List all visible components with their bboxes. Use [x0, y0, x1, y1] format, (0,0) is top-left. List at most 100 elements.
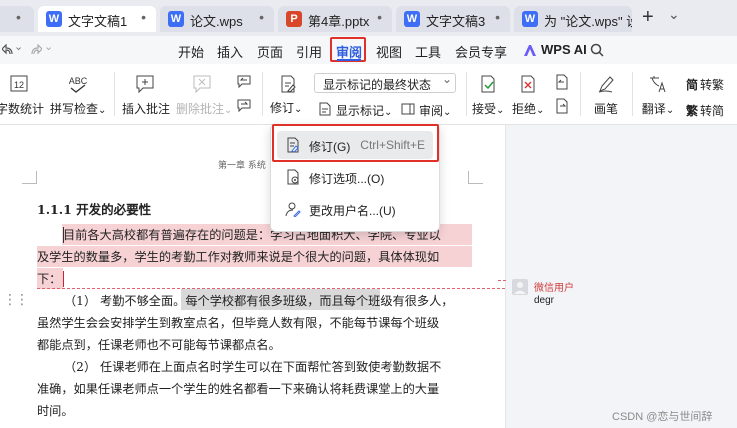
insert-comment-label: 插入批注	[122, 102, 171, 116]
translate-icon	[650, 76, 666, 93]
pen-label: 画笔	[593, 102, 618, 116]
comment-author: 微信用户	[534, 283, 574, 294]
tab-list-chevron-icon[interactable]: ⌄	[668, 6, 680, 23]
wps-ai-icon	[524, 45, 536, 56]
review-pane-chevron-icon: ⌄	[443, 107, 452, 118]
accept-label: 接受⌄	[472, 102, 505, 116]
menu-item-change-username[interactable]: 更改用户名...(U)	[277, 195, 433, 223]
comment-text[interactable]: degr	[534, 295, 554, 306]
tab-modified-dot: •	[16, 9, 21, 25]
leading-tab-fragment[interactable]: •	[0, 6, 34, 32]
tab-label: 为 "论文.wps" 设	[544, 14, 632, 29]
menu-references[interactable]: 引用	[296, 42, 322, 61]
menu-home[interactable]: 开始	[178, 42, 204, 61]
paragraph-line: 都能点到，任课老师也不可能每节课都点名。	[37, 338, 281, 352]
tab-modified-dot: •	[377, 9, 382, 25]
word-count-icon: 12	[10, 75, 28, 92]
next-change-icon[interactable]	[554, 98, 570, 114]
comment-pane: 微信用户 degr CSDN @恋与世间辞	[498, 125, 737, 428]
ribbon-separator	[114, 72, 115, 116]
to-simplified-icon: 繁	[686, 104, 699, 118]
display-mode-select[interactable]: 显示标记的最终状态 ⌄	[314, 72, 456, 93]
menu-insert[interactable]: 插入	[217, 42, 243, 61]
track-changes-chevron-icon: ⌄	[294, 104, 303, 115]
show-markup-icon	[319, 102, 331, 116]
wps-writer-icon: W	[404, 11, 420, 27]
display-mode-value: 显示标记的最终状态	[323, 78, 432, 92]
redo-dropdown-chevron-icon[interactable]: ⌄	[44, 40, 53, 53]
title-tab-bar: • W 文字文稿1 • W 论文.wps • P 第4章.pptx • W 文字…	[0, 0, 737, 36]
tab-label: 文字文稿3	[426, 14, 486, 29]
paragraph-line: 及学生的数量多，学生的考勤工作对教师来说是个很大的问题，具体体现如	[37, 250, 440, 264]
spell-check-label: 拼写检查⌄	[50, 102, 107, 116]
pen-button[interactable]: 画笔	[590, 74, 622, 117]
delete-comment-chevron-icon: ⌄	[224, 105, 233, 116]
menu-member[interactable]: 会员专享	[455, 42, 507, 61]
track-changes-button[interactable]: 修订⌄	[270, 99, 302, 116]
track-changes-icon[interactable]	[278, 74, 298, 94]
menu-bar: ⌄ ⌄ 开始 插入 页面 引用 审阅 视图 工具 会员专享 WPS AI	[0, 36, 737, 64]
menu-tools[interactable]: 工具	[415, 42, 441, 61]
reject-button[interactable]: 拒绝⌄	[512, 74, 544, 117]
new-tab-button[interactable]: +	[642, 6, 654, 29]
spell-check-button[interactable]: ABC 拼写检查⌄	[50, 74, 106, 117]
review-pane-icon	[401, 103, 415, 115]
dropdown-highlight-box	[272, 124, 439, 162]
menu-view[interactable]: 视图	[376, 42, 402, 61]
avatar	[512, 279, 528, 295]
pen-icon	[598, 76, 614, 93]
redo-icon[interactable]	[30, 44, 42, 56]
to-simplified-button[interactable]: 繁转简	[686, 102, 724, 119]
reject-icon	[521, 75, 535, 93]
page-corner-mark	[468, 171, 483, 184]
track-options-icon	[287, 169, 299, 185]
menu-item-label: 更改用户名...(U)	[309, 204, 396, 218]
tab-modified-dot: •	[259, 9, 264, 25]
translate-label: 翻译⌄	[641, 102, 675, 116]
tab-label: 论文.wps	[190, 14, 243, 29]
translate-button[interactable]: 翻译⌄	[640, 74, 676, 117]
previous-comment-icon[interactable]	[236, 74, 252, 90]
tab-chapter4-pptx[interactable]: P 第4章.pptx •	[278, 6, 392, 32]
tab-modified-dot: •	[141, 9, 146, 25]
ribbon-separator	[632, 72, 633, 116]
tab-thesis[interactable]: W 论文.wps •	[160, 6, 274, 32]
insert-comment-button[interactable]: 插入批注	[122, 74, 171, 117]
tab-thesis-dialog[interactable]: W 为 "论文.wps" 设	[514, 6, 632, 32]
menu-page[interactable]: 页面	[257, 42, 283, 61]
menu-item-label: 修订选项...(O)	[309, 172, 385, 186]
word-count-button[interactable]: 12 字数统计	[0, 74, 45, 117]
review-pane-button[interactable]: 审阅⌄	[419, 102, 451, 119]
tab-document-1[interactable]: W 文字文稿1 •	[38, 6, 156, 32]
tab-modified-dot: •	[495, 9, 500, 25]
search-icon[interactable]	[590, 43, 604, 57]
paragraph-line: （1） 考勤不够全面。每个学校都有很多班级，而且每个班级有很多人，	[64, 294, 454, 308]
svg-text:ABC: ABC	[69, 76, 88, 86]
watermark: CSDN @恋与世间辞	[612, 411, 713, 423]
user-avatar-icon	[514, 282, 526, 294]
next-comment-icon[interactable]	[236, 98, 252, 114]
paragraph-line: 虽然学生会会安排学生到教室点名，但毕竟人数有限，不能每节课每个班级	[37, 316, 440, 330]
ribbon-separator	[262, 72, 263, 116]
accept-button[interactable]: 接受⌄	[472, 74, 504, 117]
ribbon-separator	[580, 72, 581, 116]
delete-comment-label: 删除批注⌄	[176, 102, 233, 116]
wps-writer-icon: W	[46, 11, 62, 27]
tab-label: 文字文稿1	[68, 14, 128, 29]
paragraph-line: （2） 任课老师在上面点名时学生可以在下面帮忙答到致使考勤数据不	[64, 360, 442, 374]
menu-item-track-options[interactable]: 修订选项...(O)	[277, 163, 433, 191]
delete-comment-button[interactable]: 删除批注⌄	[176, 74, 233, 117]
to-traditional-button[interactable]: 简转繁	[686, 76, 724, 93]
accept-icon	[481, 75, 495, 93]
previous-change-icon[interactable]	[554, 74, 570, 90]
word-count-label: 字数统计	[0, 102, 45, 116]
menu-wps-ai[interactable]: WPS AI	[541, 42, 587, 57]
ribbon-separator	[466, 72, 467, 116]
tab-document-3[interactable]: W 文字文稿3 •	[396, 6, 510, 32]
paragraph-line: 时间。	[37, 404, 74, 418]
spell-check-icon: ABC	[69, 76, 88, 93]
drag-handle-icon[interactable]: ⋮⋮	[3, 291, 29, 308]
undo-icon[interactable]	[2, 44, 14, 56]
show-markup-button[interactable]: 显示标记⌄	[336, 102, 392, 119]
undo-dropdown-chevron-icon[interactable]: ⌄	[14, 40, 23, 53]
